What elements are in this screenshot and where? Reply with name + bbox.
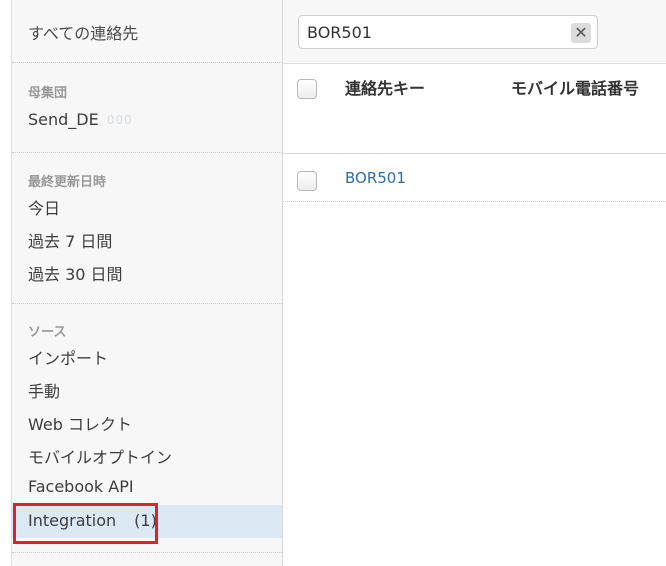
search-box: ✕ xyxy=(298,15,598,49)
population-section: 母集団 Send_DE 000 xyxy=(12,64,282,153)
contacts-main-panel: ✕ 連絡先キー モバイル電話番号 BOR501 xyxy=(283,0,666,566)
table-header: 連絡先キー モバイル電話番号 xyxy=(283,65,666,154)
column-header-mobile-number[interactable]: モバイル電話番号 xyxy=(511,75,639,99)
population-heading: 母集団 xyxy=(28,86,68,101)
filter-sidebar: すべての連絡先 母集団 Send_DE 000 最終更新日時 今日 過去 7 日間… xyxy=(11,0,283,566)
contact-key-link[interactable]: BOR501 xyxy=(345,169,406,187)
population-count-badge: 000 xyxy=(106,113,133,127)
last-updated-heading: 最終更新日時 xyxy=(28,175,107,190)
last-updated-item-7-days[interactable]: 過去 7 日間 xyxy=(28,228,112,252)
integration-label: Integration xyxy=(28,511,117,530)
last-updated-section: 最終更新日時 今日 過去 7 日間 過去 30 日間 xyxy=(12,154,282,304)
source-item-manual[interactable]: 手動 xyxy=(28,378,60,402)
table-row: BOR501 xyxy=(283,155,666,202)
search-input[interactable] xyxy=(307,21,557,43)
select-all-checkbox[interactable] xyxy=(297,79,317,99)
close-icon[interactable]: ✕ xyxy=(571,23,591,43)
contacts-page: すべての連絡先 母集団 Send_DE 000 最終更新日時 今日 過去 7 日間… xyxy=(0,0,666,566)
last-updated-item-30-days[interactable]: 過去 30 日間 xyxy=(28,261,123,285)
population-item-label: Send_DE xyxy=(28,110,99,129)
source-item-mobile-optin[interactable]: モバイルオプトイン xyxy=(28,444,172,468)
all-contacts-section: すべての連絡先 xyxy=(12,0,282,63)
source-item-integration[interactable]: Integration (1) xyxy=(12,505,282,538)
column-header-contact-key[interactable]: 連絡先キー xyxy=(345,75,425,99)
row-checkbox[interactable] xyxy=(297,171,317,191)
search-bar: ✕ xyxy=(283,0,666,64)
all-contacts-link[interactable]: すべての連絡先 xyxy=(28,20,138,44)
source-item-web-collect[interactable]: Web コレクト xyxy=(28,411,132,435)
source-heading: ソース xyxy=(28,325,67,340)
last-updated-item-today[interactable]: 今日 xyxy=(28,195,60,219)
population-item-send-de[interactable]: Send_DE 000 xyxy=(28,110,133,129)
integration-count: (1) xyxy=(134,511,157,530)
source-section: ソース インポート 手動 Web コレクト モバイルオプトイン Facebook… xyxy=(12,305,282,553)
integration-label-group: Integration (1) xyxy=(28,511,157,530)
source-item-facebook-api[interactable]: Facebook API xyxy=(28,477,134,496)
source-item-import[interactable]: インポート xyxy=(28,345,108,369)
